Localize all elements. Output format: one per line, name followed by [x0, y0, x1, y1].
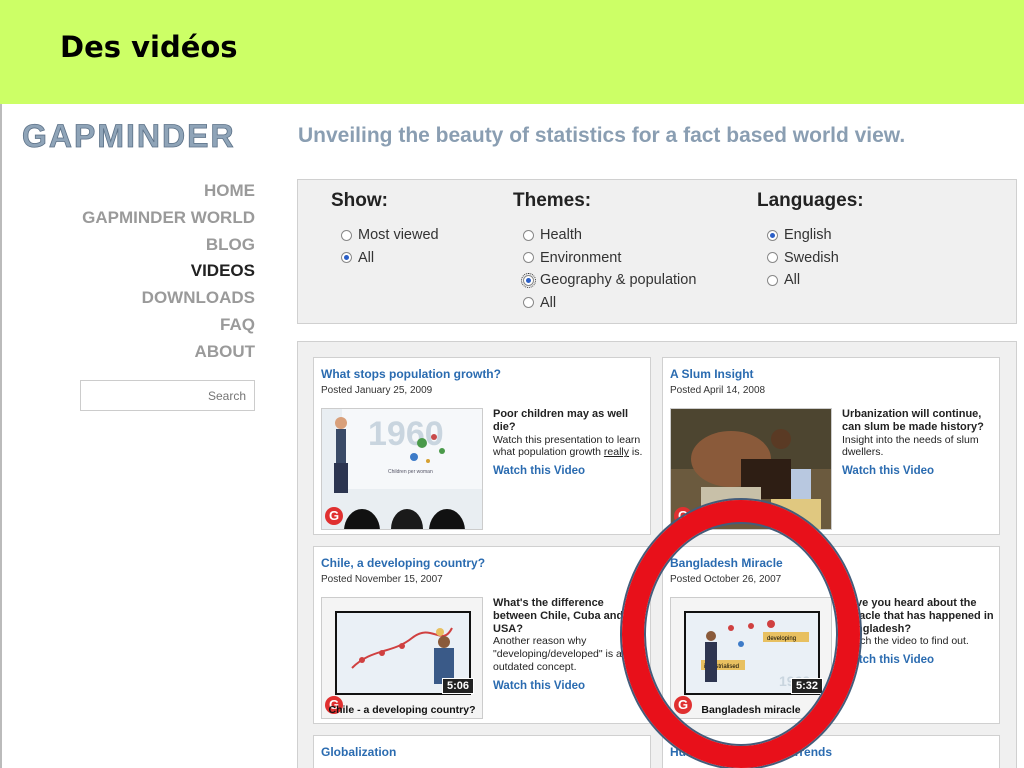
gapminder-screenshot: GAPMINDER Unveiling the beauty of statis… — [0, 104, 1024, 768]
chart-video-thumbnail: developing industrialised 1962 — [671, 598, 831, 718]
video-grid: What stops population growth? Posted Jan… — [297, 341, 1017, 768]
video-date: Posted January 25, 2009 — [321, 385, 433, 396]
main-nav: HOME GAPMINDER WORLD BLOG VIDEOS DOWNLOA… — [42, 178, 255, 366]
option-all-languages[interactable]: All — [767, 269, 864, 292]
watch-video-link[interactable]: Watch this Video — [842, 654, 994, 667]
radio-selected-icon[interactable] — [521, 272, 536, 288]
video-date: Posted October 26, 2007 — [670, 574, 782, 585]
video-title[interactable]: Bangladesh Miracle — [670, 556, 783, 570]
option-swedish[interactable]: Swedish — [767, 247, 864, 270]
video-card: What stops population growth? Posted Jan… — [313, 357, 651, 535]
filter-themes-title: Themes: — [513, 190, 592, 211]
video-title[interactable]: What stops population growth? — [321, 367, 501, 381]
option-all-shows[interactable]: All — [341, 247, 439, 270]
watch-video-link[interactable]: Watch this Video — [493, 465, 645, 478]
gapminder-logo[interactable]: GAPMINDER — [22, 118, 262, 152]
video-date: Posted April 14, 2008 — [670, 385, 766, 396]
video-card: Bangladesh Miracle Posted October 26, 20… — [662, 546, 1000, 724]
option-geography-population[interactable]: Geography & population — [521, 269, 696, 292]
video-title[interactable]: A Slum Insight — [670, 367, 754, 381]
search-input[interactable] — [80, 380, 255, 411]
video-description: Poor children may as well die? Watch thi… — [493, 408, 645, 478]
svg-text:GAPMINDER: GAPMINDER — [22, 118, 236, 152]
watch-video-link[interactable]: Watch this Video — [493, 680, 645, 693]
nav-faq[interactable]: FAQ — [42, 312, 255, 339]
radio-selected-icon[interactable] — [341, 252, 352, 264]
gapminder-g-icon: G — [325, 507, 343, 525]
option-english[interactable]: English — [767, 224, 864, 247]
video-thumbnail[interactable]: 1960 Children per woman G — [321, 408, 483, 530]
radio-icon[interactable] — [523, 252, 534, 264]
filter-themes: Themes: Health Environment Geography & p… — [513, 190, 696, 314]
chart-video-thumbnail — [322, 598, 482, 718]
video-thumbnail[interactable]: G — [670, 408, 832, 530]
filter-languages-title: Languages: — [757, 190, 864, 211]
video-description: What's the difference between Chile, Cub… — [493, 597, 645, 693]
nav-about[interactable]: ABOUT — [42, 339, 255, 366]
video-title[interactable]: Globalization — [321, 745, 396, 759]
video-duration: 5:32 — [790, 678, 823, 694]
video-description: Urbanization will continue, can slum be … — [842, 408, 994, 478]
svg-text:1960: 1960 — [368, 415, 444, 453]
video-description: Have you heard about the miracle that ha… — [842, 597, 994, 667]
filter-show-title: Show: — [331, 190, 388, 211]
radio-icon[interactable] — [341, 229, 352, 241]
svg-text:developing: developing — [767, 636, 796, 642]
video-filter-panel: Show: Most viewed All Themes: Health Env… — [297, 179, 1017, 324]
radio-icon[interactable] — [767, 274, 778, 286]
nav-blog[interactable]: BLOG — [42, 232, 255, 259]
video-title[interactable]: Human Development Trends — [670, 745, 832, 759]
video-date: Posted November 15, 2007 — [321, 574, 443, 585]
nav-videos[interactable]: VIDEOS — [42, 258, 255, 285]
nav-gapminder-world[interactable]: GAPMINDER WORLD — [42, 205, 255, 232]
option-health[interactable]: Health — [523, 224, 696, 247]
option-all-themes[interactable]: All — [523, 292, 696, 315]
nav-home[interactable]: HOME — [42, 178, 255, 205]
watch-video-link[interactable]: Watch this Video — [842, 465, 994, 478]
video-card: A Slum Insight Posted April 14, 2008 G U… — [662, 357, 1000, 535]
radio-icon[interactable] — [767, 252, 778, 264]
option-most-viewed[interactable]: Most viewed — [341, 224, 439, 247]
slum-photo-thumbnail — [671, 409, 831, 529]
slide-title: Des vidéos — [60, 30, 238, 64]
svg-text:Children per woman: Children per woman — [388, 469, 433, 475]
radio-selected-icon[interactable] — [767, 229, 778, 241]
video-duration: 5:06 — [441, 678, 474, 694]
presentation-thumbnail: 1960 Children per woman — [322, 409, 482, 529]
gapminder-g-icon: G — [674, 507, 692, 525]
option-environment[interactable]: Environment — [523, 247, 696, 270]
video-card: Globalization — [313, 735, 651, 768]
slide-header: Des vidéos — [0, 0, 1024, 104]
filter-show: Show: Most viewed All — [331, 190, 439, 269]
filter-languages: Languages: English Swedish All — [757, 190, 864, 292]
video-title[interactable]: Chile, a developing country? — [321, 556, 485, 570]
radio-icon[interactable] — [523, 297, 534, 309]
video-card: Human Development Trends — [662, 735, 1000, 768]
video-card: Chile, a developing country? Posted Nove… — [313, 546, 651, 724]
site-tagline: Unveiling the beauty of statistics for a… — [298, 124, 906, 147]
nav-downloads[interactable]: DOWNLOADS — [42, 285, 255, 312]
video-caption: Chile - a developing country? — [328, 704, 476, 716]
video-thumbnail[interactable]: developing industrialised 1962 G 5:32 Ba… — [670, 597, 832, 719]
radio-icon[interactable] — [523, 229, 534, 241]
video-caption: Bangladesh miracle — [701, 704, 801, 716]
video-thumbnail[interactable]: G 5:06 Chile - a developing country? — [321, 597, 483, 719]
